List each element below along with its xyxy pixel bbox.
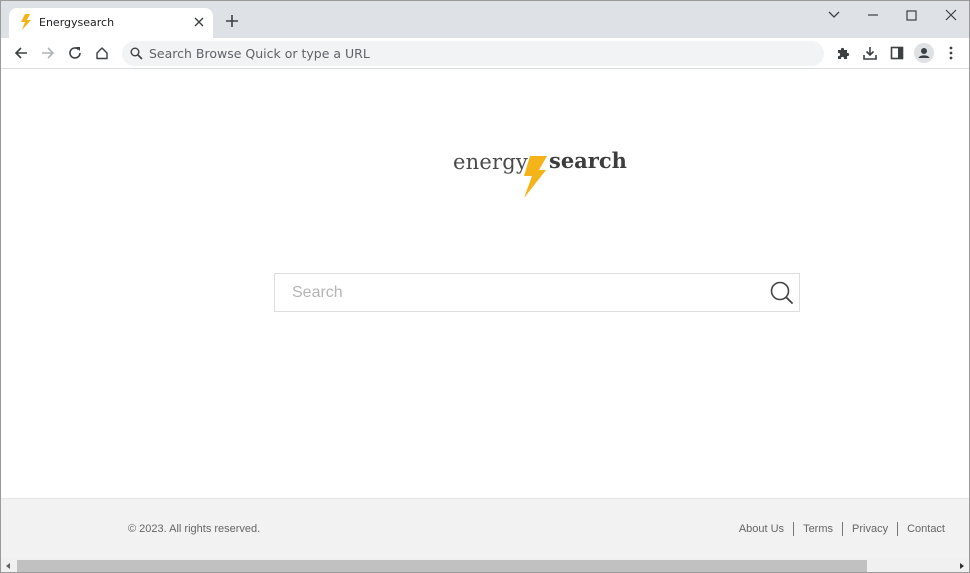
home-button[interactable]	[92, 43, 112, 63]
forward-button[interactable]	[38, 43, 58, 63]
energysearch-logo[interactable]: energy search	[453, 148, 627, 200]
lightning-bolt-icon	[524, 156, 547, 198]
reload-icon	[69, 47, 81, 59]
forward-arrow-icon	[42, 47, 55, 59]
chevron-down-icon	[828, 11, 840, 18]
footer-link-about-us[interactable]: About Us	[739, 523, 784, 535]
address-bar-placeholder: Search Browse Quick or type a URL	[149, 46, 370, 61]
footer-link-privacy[interactable]: Privacy	[852, 523, 888, 535]
divider	[793, 522, 795, 536]
browser-toolbar: Search Browse Quick or type a URL	[1, 38, 969, 69]
maximize-button[interactable]	[897, 5, 925, 25]
search-input[interactable]	[275, 274, 755, 311]
footer-link-terms[interactable]: Terms	[803, 523, 833, 535]
scroll-right-arrow-icon[interactable]	[957, 561, 967, 571]
maximize-icon	[905, 9, 917, 21]
page-content: energy search	[1, 70, 969, 498]
tab-title: Energysearch	[39, 16, 115, 29]
kebab-menu-icon	[949, 46, 953, 60]
footer-links: About Us Terms Privacy Contact	[739, 522, 945, 536]
minimize-icon	[868, 14, 878, 16]
profile-button[interactable]	[914, 43, 934, 63]
back-arrow-icon	[14, 47, 27, 59]
back-button[interactable]	[11, 43, 31, 63]
logo-text-energy: energy	[453, 150, 528, 174]
horizontal-scrollbar[interactable]	[1, 558, 969, 572]
search-icon	[130, 47, 143, 60]
profile-avatar-icon	[914, 43, 934, 63]
side-panel-icon	[890, 46, 904, 60]
footer-link-contact[interactable]: Contact	[907, 523, 945, 535]
lightning-bolt-icon	[21, 14, 31, 30]
scrollbar-thumb[interactable]	[17, 560, 867, 572]
plus-icon	[226, 15, 238, 27]
home-icon	[96, 47, 108, 60]
logo-text-search: search	[549, 148, 627, 173]
download-icon	[863, 47, 877, 60]
address-bar[interactable]: Search Browse Quick or type a URL	[122, 41, 824, 66]
menu-button[interactable]	[941, 43, 961, 63]
magnifier-icon	[770, 281, 793, 304]
tab-close-icon[interactable]	[191, 14, 207, 30]
minimize-button[interactable]	[859, 5, 887, 25]
downloads-button[interactable]	[860, 43, 880, 63]
divider	[842, 522, 844, 536]
copyright-text: © 2023. All rights reserved.	[128, 523, 261, 535]
page-footer: © 2023. All rights reserved. About Us Te…	[1, 498, 969, 558]
side-panel-button[interactable]	[887, 43, 907, 63]
new-tab-button[interactable]	[223, 13, 241, 31]
extensions-button[interactable]	[833, 43, 853, 63]
close-icon	[945, 9, 957, 21]
browser-window: Energysearch Search Browse Quick or type…	[0, 0, 970, 573]
close-window-button[interactable]	[937, 5, 965, 25]
tab-search-button[interactable]	[820, 5, 848, 25]
tab-energysearch[interactable]: Energysearch	[9, 8, 213, 38]
extensions-puzzle-icon	[838, 47, 850, 59]
divider	[897, 522, 899, 536]
search-button[interactable]	[769, 280, 795, 306]
search-form	[274, 273, 800, 312]
scroll-left-arrow-icon[interactable]	[3, 561, 13, 571]
tab-strip: Energysearch	[1, 1, 969, 38]
reload-button[interactable]	[65, 43, 85, 63]
